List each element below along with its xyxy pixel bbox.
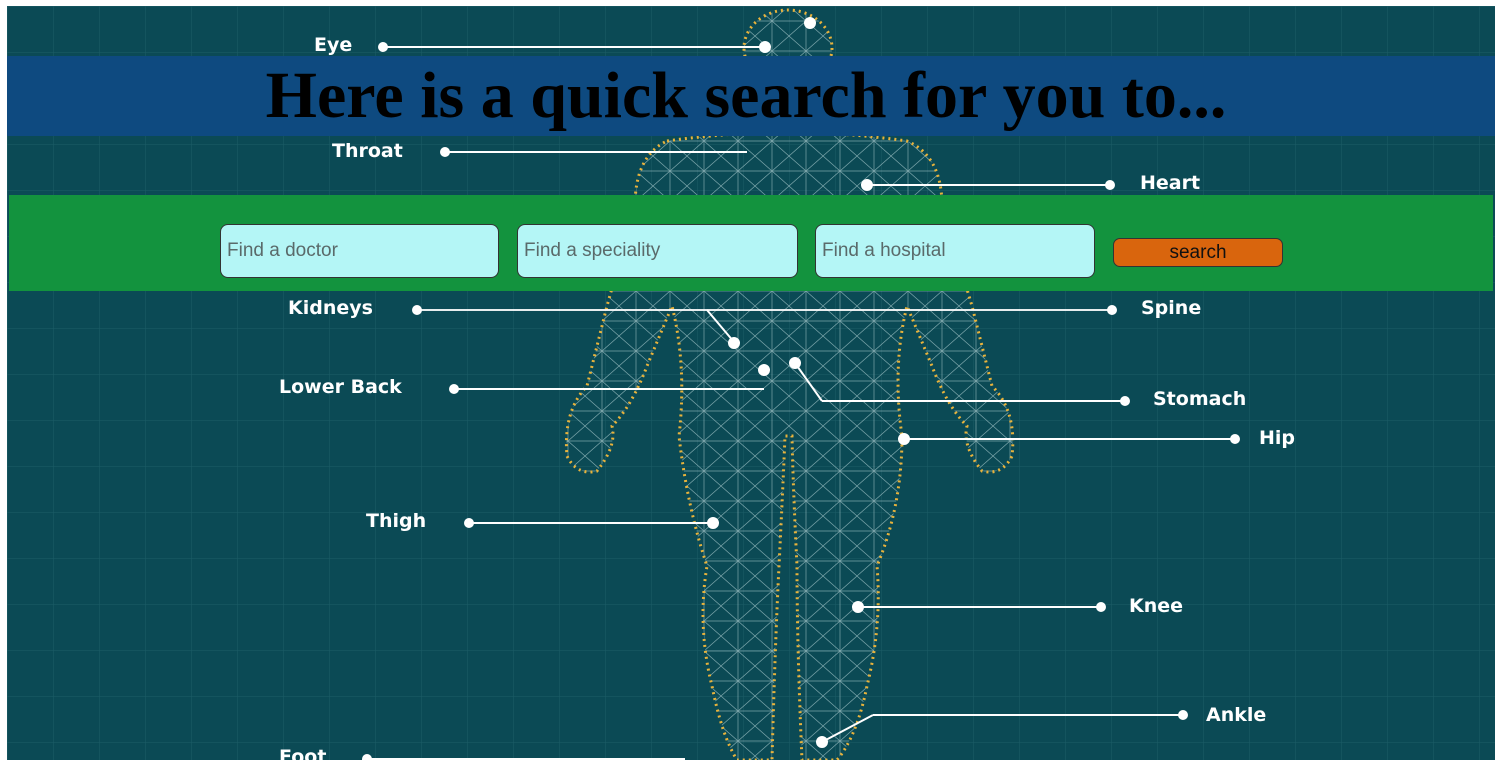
hero-anatomy-background: Eye Throat Heart Kidneys Spine Lower Bac… [7, 6, 1495, 760]
label-lower-back: Lower Back [279, 376, 402, 398]
label-spine: Spine [1141, 297, 1202, 319]
label-eye: Eye [314, 34, 353, 56]
title-banner: Here is a quick search for you to... [7, 56, 1495, 136]
search-button[interactable]: search [1113, 238, 1283, 267]
label-stomach: Stomach [1153, 388, 1247, 410]
label-thigh: Thigh [366, 510, 427, 532]
page-title: Here is a quick search for you to... [265, 59, 1227, 132]
hospital-search-input[interactable] [815, 224, 1095, 278]
label-ankle: Ankle [1206, 704, 1267, 726]
doctor-search-input[interactable] [220, 224, 499, 278]
label-knee: Knee [1129, 595, 1184, 617]
label-kidneys: Kidneys [288, 297, 373, 319]
label-throat: Throat [332, 140, 403, 162]
label-hip: Hip [1259, 427, 1296, 449]
speciality-search-input[interactable] [517, 224, 798, 278]
search-bar: search [9, 195, 1493, 291]
label-heart: Heart [1140, 172, 1201, 194]
label-foot: Foot [279, 746, 327, 760]
